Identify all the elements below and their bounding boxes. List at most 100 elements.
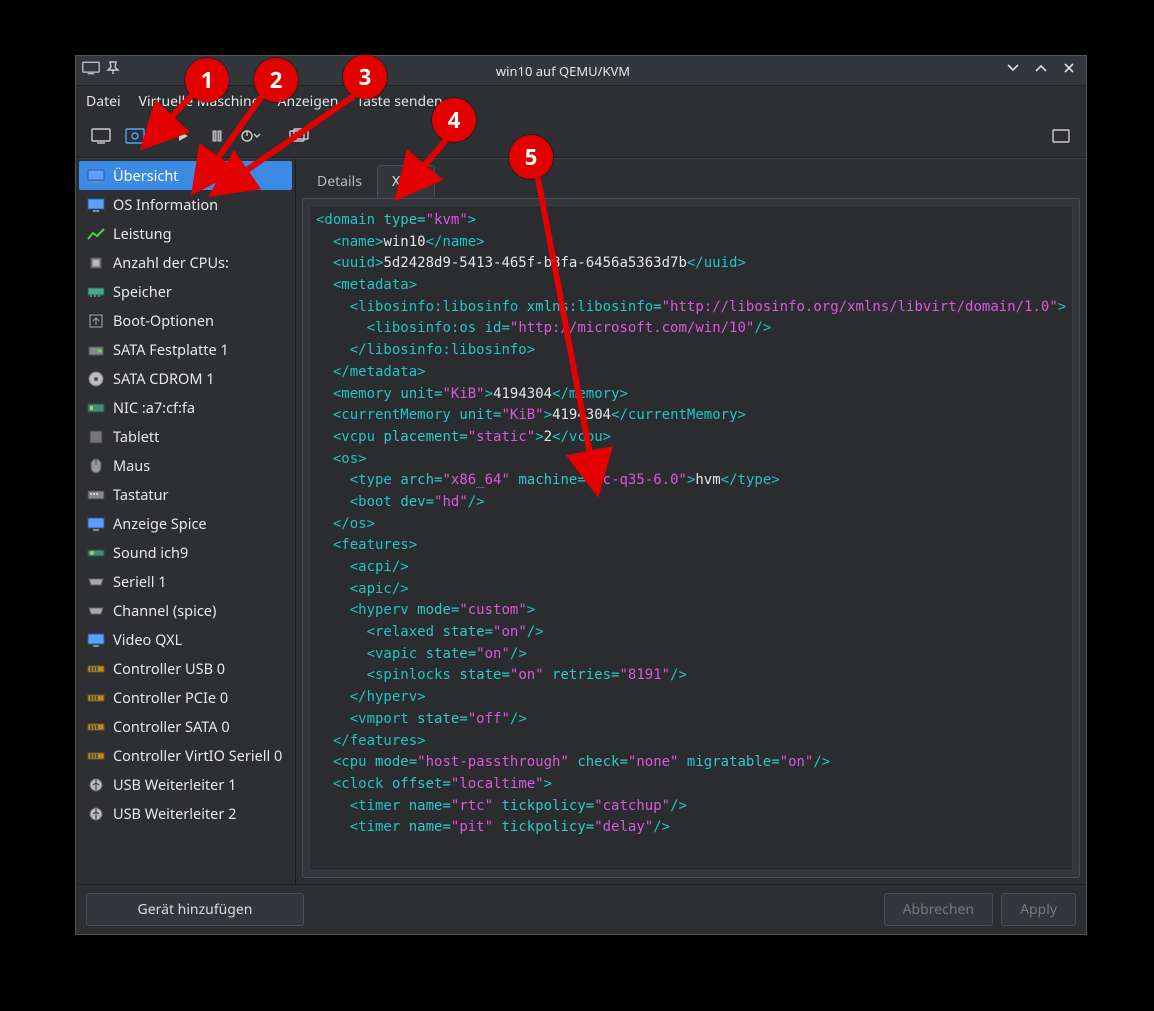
sidebar-item-label: Controller PCIe 0 <box>113 688 228 708</box>
sidebar-item[interactable]: Leistung <box>79 219 292 248</box>
sidebar-item-label: Tablett <box>113 427 159 447</box>
add-hardware-button[interactable]: Gerät hinzufügen <box>86 893 304 926</box>
ctrl-icon <box>87 719 105 735</box>
sidebar-item[interactable]: Anzeige Spice <box>79 509 292 538</box>
xml-editor[interactable]: <domain type="kvm"> <name>win10</name> <… <box>309 205 1073 871</box>
serial-icon <box>87 574 105 590</box>
sidebar-item[interactable]: Tastatur <box>79 480 292 509</box>
sidebar-item-label: Controller USB 0 <box>113 659 225 679</box>
maximize-button[interactable] <box>1034 61 1048 80</box>
toolbar <box>76 119 1086 158</box>
usb-icon <box>87 806 105 822</box>
sidebar-item[interactable]: Übersicht <box>79 161 292 190</box>
pin-icon[interactable] <box>106 61 120 80</box>
sidebar-item[interactable]: Controller PCIe 0 <box>79 683 292 712</box>
cpu-icon <box>87 255 105 271</box>
sidebar-item-label: Controller SATA 0 <box>113 717 230 737</box>
tab-xml[interactable]: XML <box>377 165 435 198</box>
keyboard-icon <box>87 487 105 503</box>
sidebar-item[interactable]: SATA Festplatte 1 <box>79 335 292 364</box>
disk-icon <box>87 342 105 358</box>
boot-icon <box>87 313 105 329</box>
mem-icon <box>87 284 105 300</box>
sidebar-item-label: Leistung <box>113 224 172 244</box>
sidebar-item[interactable]: Controller USB 0 <box>79 654 292 683</box>
sidebar-item-label: Channel (spice) <box>113 601 216 621</box>
sidebar-item[interactable]: SATA CDROM 1 <box>79 364 292 393</box>
sidebar-item-label: USB Weiterleiter 2 <box>113 804 236 824</box>
menu-sendkey[interactable]: Taste senden <box>356 92 442 111</box>
usb-icon <box>87 777 105 793</box>
details-view-button[interactable] <box>120 123 150 149</box>
sidebar-item-label: NIC :a7:cf:fa <box>113 398 195 418</box>
console-view-button[interactable] <box>86 123 116 149</box>
sidebar-item[interactable]: USB Weiterleiter 2 <box>79 799 292 828</box>
sidebar-item[interactable]: Boot-Optionen <box>79 306 292 335</box>
ctrl-icon <box>87 690 105 706</box>
main-area: Übersicht OS Information Leistung Anzahl de… <box>76 158 1086 884</box>
monitor-icon <box>87 632 105 648</box>
app-icon <box>82 61 100 80</box>
sidebar-item[interactable]: Maus <box>79 451 292 480</box>
sound-icon <box>87 545 105 561</box>
monitor-icon <box>87 168 105 184</box>
cd-icon <box>87 371 105 387</box>
tablet-icon <box>87 429 105 445</box>
start-button[interactable] <box>168 123 198 149</box>
shutdown-menu-button[interactable] <box>236 123 266 149</box>
sidebar-item-label: Tastatur <box>113 485 169 505</box>
sidebar-item[interactable]: USB Weiterleiter 1 <box>79 770 292 799</box>
sidebar-item-label: Übersicht <box>113 166 179 186</box>
sidebar-item[interactable]: Controller SATA 0 <box>79 712 292 741</box>
xml-editor-wrap: <domain type="kvm"> <name>win10</name> <… <box>302 198 1080 878</box>
sidebar-item-label: Anzahl der CPUs: <box>113 253 229 273</box>
sidebar-item-label: Speicher <box>113 282 172 302</box>
sidebar-item[interactable]: Speicher <box>79 277 292 306</box>
cancel-button[interactable]: Abbrechen <box>884 893 993 926</box>
sidebar-item-label: Video QXL <box>113 630 182 650</box>
sidebar-item-label: OS Information <box>113 195 218 215</box>
vm-properties-window: win10 auf QEMU/KVM Datei Virtuelle Masch… <box>75 55 1087 935</box>
bottom-bar: Gerät hinzufügen Abbrechen Apply <box>76 884 1086 934</box>
sidebar-item[interactable]: Seriell 1 <box>79 567 292 596</box>
sidebar-item-label: Boot-Optionen <box>113 311 214 331</box>
ctrl-icon <box>87 748 105 764</box>
menubar: Datei Virtuelle Maschine Anzeigen Taste … <box>76 86 1086 119</box>
monitor-icon <box>87 516 105 532</box>
close-button[interactable] <box>1062 61 1076 80</box>
hardware-sidebar[interactable]: Übersicht OS Information Leistung Anzahl de… <box>76 159 296 884</box>
sidebar-item-label: Controller VirtIO Seriell 0 <box>113 746 282 766</box>
sidebar-item[interactable]: OS Information <box>79 190 292 219</box>
snapshots-button[interactable] <box>284 123 314 149</box>
serial-icon <box>87 603 105 619</box>
sidebar-item[interactable]: Video QXL <box>79 625 292 654</box>
sidebar-item-label: Seriell 1 <box>113 572 167 592</box>
pause-button[interactable] <box>202 123 232 149</box>
sidebar-item[interactable]: NIC :a7:cf:fa <box>79 393 292 422</box>
ctrl-icon <box>87 661 105 677</box>
menu-file[interactable]: Datei <box>86 92 121 111</box>
mouse-icon <box>87 458 105 474</box>
menu-vm[interactable]: Virtuelle Maschine <box>139 92 260 111</box>
sidebar-item-label: SATA CDROM 1 <box>113 369 215 389</box>
minimize-button[interactable] <box>1006 61 1020 80</box>
tabs: Details XML <box>296 159 1086 198</box>
menu-view[interactable]: Anzeigen <box>278 92 339 111</box>
sidebar-item[interactable]: Tablett <box>79 422 292 451</box>
fullscreen-button[interactable] <box>1046 123 1076 149</box>
sidebar-item[interactable]: Channel (spice) <box>79 596 292 625</box>
sidebar-item[interactable]: Anzahl der CPUs: <box>79 248 292 277</box>
sidebar-item-label: Sound ich9 <box>113 543 188 563</box>
titlebar: win10 auf QEMU/KVM <box>76 56 1086 86</box>
sidebar-item-label: Maus <box>113 456 150 476</box>
tab-details[interactable]: Details <box>302 165 377 198</box>
window-title: win10 auf QEMU/KVM <box>120 62 1006 80</box>
chart-icon <box>87 226 105 242</box>
right-pane: Details XML <domain type="kvm"> <name>wi… <box>296 159 1086 884</box>
sidebar-item[interactable]: Sound ich9 <box>79 538 292 567</box>
nic-icon <box>87 400 105 416</box>
sidebar-item-label: SATA Festplatte 1 <box>113 340 229 360</box>
apply-button[interactable]: Apply <box>1001 893 1076 926</box>
monitor-icon <box>87 197 105 213</box>
sidebar-item[interactable]: Controller VirtIO Seriell 0 <box>79 741 292 770</box>
